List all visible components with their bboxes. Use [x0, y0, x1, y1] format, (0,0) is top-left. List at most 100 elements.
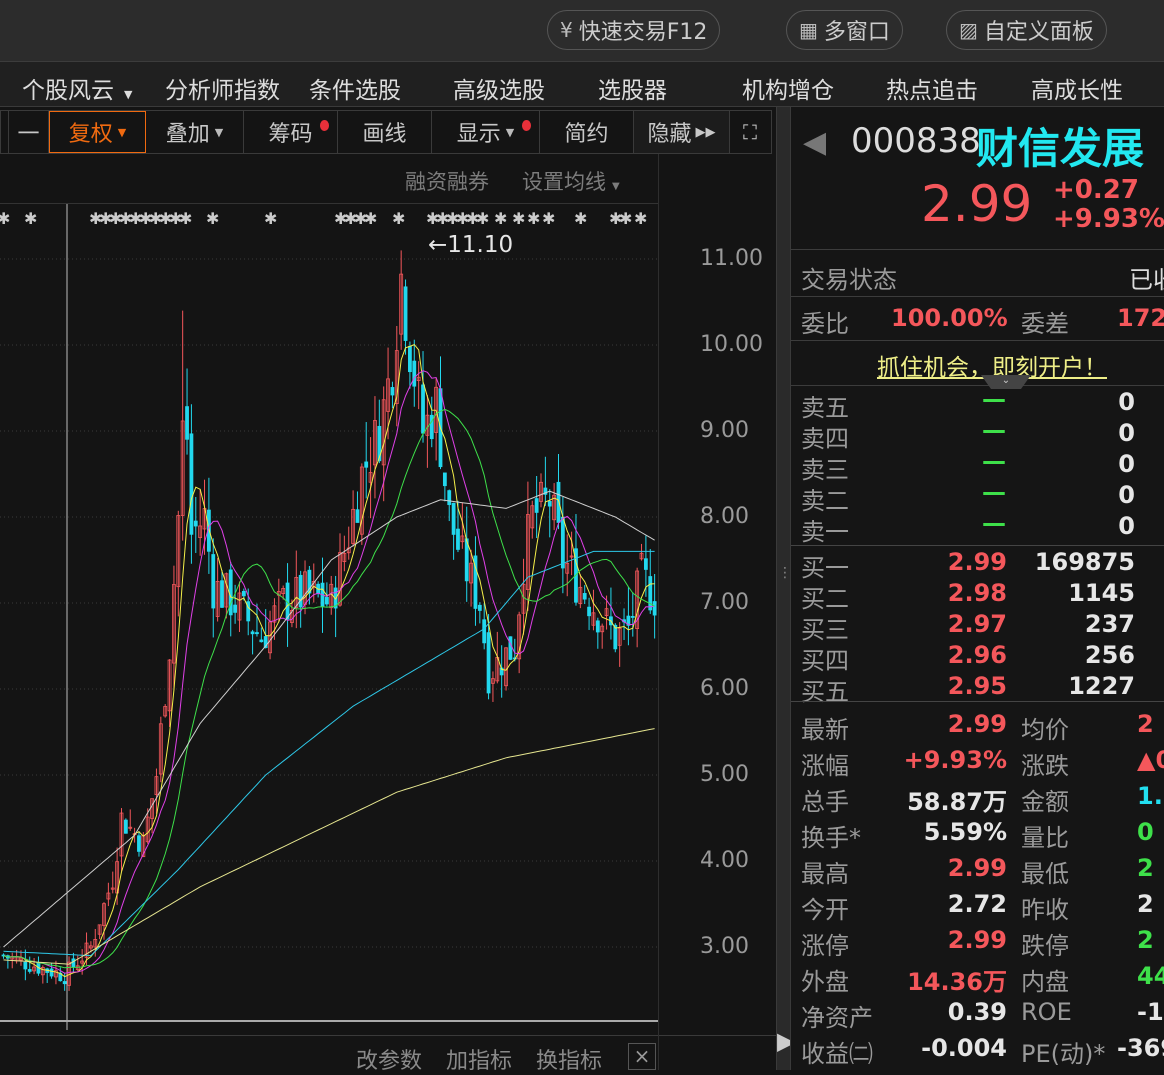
candle-body	[189, 433, 194, 535]
candlestick-plot[interactable]: ✱ ✱ ✱✱✱✱✱✱✱✱✱✱ ✱ ✱ ✱✱✱✱ ✱ ✱✱✱✱✱✱ ✱ ✱ ✱ ✱ ✱ ✱✱ ✱	[0, 154, 776, 1070]
switch-indicator-button[interactable]: 换指标	[536, 1043, 602, 1075]
candle-body	[185, 406, 189, 440]
stat-label: 涨幅	[801, 752, 849, 780]
candle-body	[412, 360, 417, 387]
stat-label: 金额	[1021, 788, 1069, 816]
candle-body	[534, 498, 539, 513]
nav-label: 个股风云	[22, 78, 114, 104]
nav-high-growth[interactable]: 高成长性	[1031, 71, 1123, 105]
stat-value: 2.99	[947, 926, 1007, 954]
prev-stock-icon[interactable]: ◀	[803, 125, 826, 160]
stat-row: 今开 2.72 昨收 2	[791, 889, 1164, 925]
ma5-line	[3, 343, 655, 978]
kline-chart[interactable]: 融资融券 设置均线 ▼ ✱ ✱ ✱ ✱ ✱ ✱ ✱ ✱ ✱ ✱ ✱ ✱ ✱ ✱ ✱ ✱ ✱ ✱ ✱ ✱ ✱ ✱ ✱ ✱ ✱ ✱ ✱ ✱ ✱…	[0, 154, 776, 1070]
toolbar-simple[interactable]: 简约	[540, 111, 634, 153]
bid-price: 2.95	[947, 672, 1007, 700]
toolbar-hide[interactable]: 隐藏 ▶▶	[634, 111, 730, 153]
last-price: 2.99	[921, 175, 1033, 233]
ask-price: —	[982, 478, 1006, 506]
nav-hotspot[interactable]: 热点追击	[886, 71, 978, 105]
edit-params-button[interactable]: 改参数	[356, 1043, 422, 1075]
ask-volume: 0	[1118, 388, 1135, 416]
event-marker-icon[interactable]: ✱	[527, 209, 540, 228]
bid-volume: 1227	[1068, 672, 1135, 700]
event-marker-icon[interactable]: ✱	[364, 209, 377, 228]
multi-window-button[interactable]: ▦ 多窗口	[786, 10, 903, 50]
ask-volume: 0	[1118, 419, 1135, 447]
chevron-down-icon: ▼	[214, 125, 224, 139]
event-marker-icon[interactable]: ✱	[476, 209, 489, 228]
event-marker-icon[interactable]: ✱	[264, 209, 277, 228]
candle-body	[211, 554, 216, 609]
event-marker-icon[interactable]: ✱	[206, 209, 219, 228]
candle-body	[233, 604, 238, 613]
chart-toolbar: 一 复权 ▼ 叠加 ▼ 筹码 画线 显示 ▼ 简约 隐藏 ▶▶ ⛶	[0, 110, 772, 154]
bid-row: 买二 2.98 1145	[791, 578, 1164, 613]
stat-value: 2	[1137, 854, 1154, 882]
event-marker-icon[interactable]: ✱	[24, 209, 37, 228]
y-tick-label: 6.00	[700, 676, 749, 701]
divider	[791, 701, 1164, 702]
candle-body	[486, 632, 491, 694]
notification-dot-icon	[522, 120, 531, 131]
stat-label: 内盘	[1021, 968, 1069, 996]
nav-analyst-index[interactable]: 分析师指数	[165, 71, 280, 105]
custom-panel-button[interactable]: ▨ 自定义面板	[946, 10, 1107, 50]
ask-price: —	[982, 509, 1006, 537]
candle-body	[364, 461, 369, 468]
stat-value: 1.7	[1137, 782, 1164, 810]
close-icon[interactable]: ×	[628, 1043, 656, 1070]
candle-body	[259, 639, 264, 643]
ask-row: 卖五 — 0	[791, 385, 1164, 422]
event-marker-icon[interactable]: ✱	[0, 209, 10, 228]
event-marker-icon[interactable]: ✱	[179, 209, 192, 228]
stat-row: 换手* 5.59% 量比 0	[791, 817, 1164, 853]
nav-institution-add[interactable]: 机构增仓	[742, 71, 834, 105]
toolbar-minus[interactable]: 一	[9, 111, 49, 153]
nav-bar: 个股风云 ▼ 分析师指数 条件选股 高级选股 选股器 机构增仓 热点追击 高成长性	[0, 62, 1164, 107]
event-marker-icon[interactable]: ✱	[634, 209, 647, 228]
candle-body	[582, 593, 587, 600]
toolbar-label: 显示	[456, 122, 501, 147]
candle-body	[421, 384, 425, 434]
top-bar: ¥ 快速交易F12 ▦ 多窗口 ▨ 自定义面板	[0, 0, 1164, 62]
candle-body	[447, 490, 452, 506]
stat-row: 收益㈡ -0.004 PE(动)* -369	[791, 1033, 1164, 1069]
ask-price: —	[982, 385, 1006, 413]
stat-value: 14.36万	[907, 968, 1007, 996]
toolbar-overlay[interactable]: 叠加 ▼	[146, 111, 244, 153]
add-indicator-button[interactable]: 加指标	[446, 1043, 512, 1075]
toolbar-chips[interactable]: 筹码	[244, 111, 338, 153]
fullscreen-button[interactable]: ⛶	[730, 111, 770, 153]
stat-label: 总手	[801, 788, 849, 816]
event-marker-icon[interactable]: ✱	[392, 209, 405, 228]
nav-stock-news[interactable]: 个股风云 ▼	[22, 71, 132, 105]
event-marker-icon[interactable]: ✱	[619, 209, 632, 228]
candle-body	[23, 961, 28, 970]
event-marker-icon[interactable]: ✱	[542, 209, 555, 228]
stat-value: -369	[1117, 1034, 1164, 1062]
stat-label: 净资产	[801, 1004, 873, 1032]
event-marker-icon[interactable]: ✱	[494, 209, 507, 228]
panel-splitter[interactable]: ⋮ ▶	[776, 107, 795, 1070]
stat-value: 2	[1137, 710, 1154, 738]
ask-volume: 0	[1118, 512, 1135, 540]
price-change: +0.27	[1053, 175, 1139, 205]
stat-value: 2.72	[947, 890, 1007, 918]
candle-body	[193, 520, 198, 527]
nav-advanced-pick[interactable]: 高级选股	[453, 71, 545, 105]
candle-body	[355, 509, 360, 523]
candle-body	[508, 636, 513, 660]
stat-label: PE(动)*	[1021, 1040, 1106, 1068]
toolbar-display[interactable]: 显示 ▼	[432, 111, 540, 153]
toolbar-draw[interactable]: 画线	[338, 111, 432, 153]
candle-body	[477, 604, 482, 611]
event-marker-icon[interactable]: ✱	[574, 209, 587, 228]
stat-label: 换手*	[801, 824, 861, 852]
nav-stock-picker[interactable]: 选股器	[598, 71, 667, 105]
notification-dot-icon	[320, 120, 329, 131]
event-marker-icon[interactable]: ✱	[512, 209, 525, 228]
nav-condition-pick[interactable]: 条件选股	[309, 71, 401, 105]
quick-trade-button[interactable]: ¥ 快速交易F12	[547, 10, 721, 50]
toolbar-fuquan[interactable]: 复权 ▼	[49, 111, 146, 153]
